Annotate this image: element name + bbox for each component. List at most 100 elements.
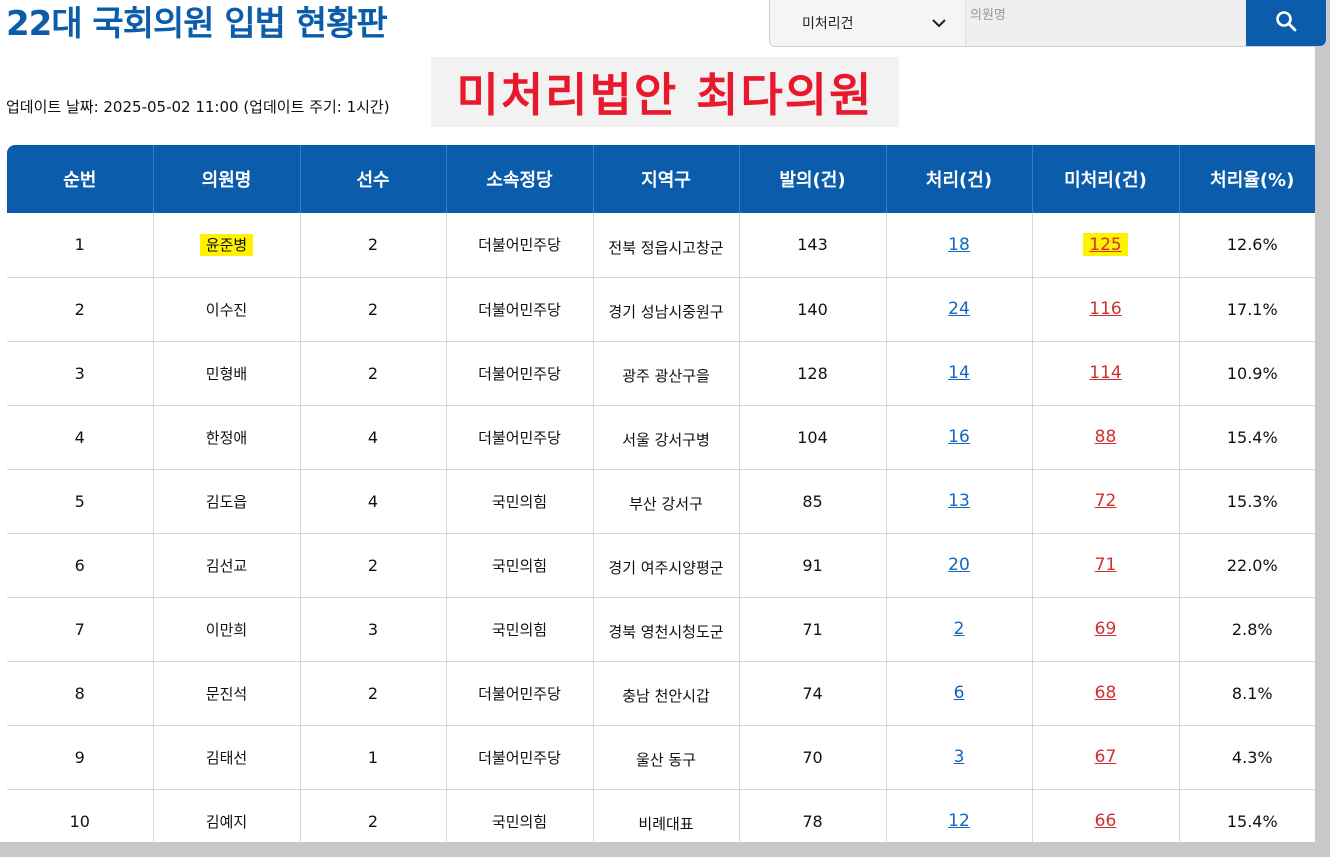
cell-terms: 2 [299, 277, 446, 342]
cell-district: 경기 성남시중원구 [592, 277, 739, 342]
column-header-processed[interactable]: 처리(건) [885, 145, 1032, 213]
cell-member-name: 한정애 [152, 405, 300, 470]
cell-unprocessed: 71 [1031, 533, 1179, 598]
member-name-text: 이만희 [205, 620, 248, 639]
table-row: 6 김선교 2 국민의힘 경기 여주시양평군 91 20 71 22.0% [7, 533, 1325, 598]
column-header-party[interactable]: 소속정당 [445, 145, 593, 213]
cell-district: 울산 동구 [592, 725, 739, 790]
processed-count-link[interactable]: 6 [954, 683, 965, 703]
cell-rank: 1 [7, 213, 153, 278]
unprocessed-count-link[interactable]: 88 [1095, 427, 1117, 447]
table-row: 1 윤준병 2 더불어민주당 전북 정읍시고창군 143 18 125 12.6% [7, 213, 1325, 278]
unprocessed-count-link[interactable]: 114 [1089, 363, 1121, 383]
update-info: 업데이트 날짜: 2025-05-02 11:00 (업데이트 주기: 1시간) [6, 98, 390, 116]
cell-member-name: 이수진 [152, 277, 300, 342]
window-bottom-edge [0, 842, 1330, 857]
cell-processed: 18 [885, 213, 1032, 278]
cell-rank: 2 [7, 277, 153, 342]
cell-district: 충남 천안시갑 [592, 661, 739, 726]
processed-count-link[interactable]: 3 [954, 747, 965, 767]
cell-terms: 4 [299, 405, 446, 470]
cell-processed: 13 [885, 469, 1032, 534]
cell-proposed: 143 [738, 213, 886, 278]
cell-party: 국민의힘 [445, 533, 593, 598]
cell-member-name: 문진석 [152, 661, 300, 726]
cell-rank: 4 [7, 405, 153, 470]
unprocessed-count-link[interactable]: 72 [1095, 491, 1117, 511]
unprocessed-count-link[interactable]: 67 [1095, 747, 1117, 767]
cell-rank: 6 [7, 533, 153, 598]
column-header-rate[interactable]: 처리율(%) [1178, 145, 1325, 213]
member-name-text: 김선교 [205, 556, 248, 575]
unprocessed-count-link[interactable]: 125 [1089, 235, 1121, 255]
cell-party: 더불어민주당 [445, 277, 593, 342]
table-row: 2 이수진 2 더불어민주당 경기 성남시중원구 140 24 116 17.1% [7, 277, 1325, 342]
cell-rate: 22.0% [1178, 533, 1325, 598]
table-row: 9 김태선 1 더불어민주당 울산 동구 70 3 67 4.3% [7, 725, 1325, 790]
unprocessed-count-link[interactable]: 68 [1095, 683, 1117, 703]
banner-overlay: 미처리법안 최다의원 [431, 57, 899, 127]
table-row: 7 이만희 3 국민의힘 경북 영천시청도군 71 2 69 2.8% [7, 597, 1325, 662]
cell-processed: 6 [885, 661, 1032, 726]
processed-count-link[interactable]: 16 [948, 427, 970, 447]
table-header-row: 순번 의원명 선수 소속정당 지역구 발의(건) 처리(건) 미처리(건) 처리… [7, 145, 1325, 213]
processed-count-link[interactable]: 12 [948, 811, 970, 831]
chevron-down-icon [931, 18, 947, 28]
column-header-district[interactable]: 지역구 [592, 145, 739, 213]
cell-rate: 10.9% [1178, 341, 1325, 406]
column-header-unprocessed[interactable]: 미처리(건) [1031, 145, 1179, 213]
cell-member-name: 민형배 [152, 341, 300, 406]
legislation-table: 순번 의원명 선수 소속정당 지역구 발의(건) 처리(건) 미처리(건) 처리… [7, 145, 1325, 854]
cell-party: 더불어민주당 [445, 725, 593, 790]
unprocessed-highlight: 125 [1083, 232, 1128, 256]
column-header-name[interactable]: 의원명 [152, 145, 300, 213]
cell-processed: 24 [885, 277, 1032, 342]
search-input[interactable] [966, 0, 1246, 46]
cell-member-name: 윤준병 [152, 213, 300, 278]
processed-count-link[interactable]: 13 [948, 491, 970, 511]
column-header-terms[interactable]: 선수 [299, 145, 446, 213]
search-icon [1275, 10, 1297, 36]
cell-unprocessed: 125 [1031, 213, 1179, 278]
cell-district: 부산 강서구 [592, 469, 739, 534]
cell-unprocessed: 68 [1031, 661, 1179, 726]
cell-rank: 3 [7, 341, 153, 406]
cell-member-name: 김도읍 [152, 469, 300, 534]
cell-unprocessed: 88 [1031, 405, 1179, 470]
table-row: 8 문진석 2 더불어민주당 충남 천안시갑 74 6 68 8.1% [7, 661, 1325, 726]
search-button[interactable] [1246, 0, 1326, 46]
processed-count-link[interactable]: 20 [948, 555, 970, 575]
cell-rate: 15.3% [1178, 469, 1325, 534]
cell-unprocessed: 116 [1031, 277, 1179, 342]
member-name-text: 문진석 [205, 684, 248, 703]
search-type-value: 미처리건 [802, 16, 854, 32]
cell-party: 국민의힘 [445, 469, 593, 534]
unprocessed-count-link[interactable]: 69 [1095, 619, 1117, 639]
member-name-highlight: 윤준병 [199, 234, 254, 257]
processed-count-link[interactable]: 2 [954, 619, 965, 639]
cell-proposed: 128 [738, 341, 886, 406]
unprocessed-count-link[interactable]: 71 [1095, 555, 1117, 575]
column-header-proposed[interactable]: 발의(건) [738, 145, 886, 213]
cell-district: 경북 영천시청도군 [592, 597, 739, 662]
legislation-table-wrapper: 순번 의원명 선수 소속정당 지역구 발의(건) 처리(건) 미처리(건) 처리… [7, 145, 1325, 857]
cell-processed: 2 [885, 597, 1032, 662]
cell-proposed: 70 [738, 725, 886, 790]
processed-count-link[interactable]: 18 [948, 235, 970, 255]
cell-terms: 2 [299, 533, 446, 598]
member-name-text: 김태선 [205, 748, 248, 767]
cell-proposed: 91 [738, 533, 886, 598]
processed-count-link[interactable]: 14 [948, 363, 970, 383]
member-name-text: 이수진 [205, 300, 248, 319]
unprocessed-count-link[interactable]: 116 [1089, 299, 1121, 319]
cell-party: 더불어민주당 [445, 405, 593, 470]
cell-rank: 9 [7, 725, 153, 790]
window-edge [1315, 145, 1330, 857]
search-type-select[interactable]: 미처리건 [770, 0, 966, 46]
cell-rate: 8.1% [1178, 661, 1325, 726]
processed-count-link[interactable]: 24 [948, 299, 970, 319]
column-header-rank[interactable]: 순번 [7, 145, 153, 213]
unprocessed-count-link[interactable]: 66 [1095, 811, 1117, 831]
cell-terms: 2 [299, 341, 446, 406]
member-name-text: 김도읍 [205, 492, 248, 511]
